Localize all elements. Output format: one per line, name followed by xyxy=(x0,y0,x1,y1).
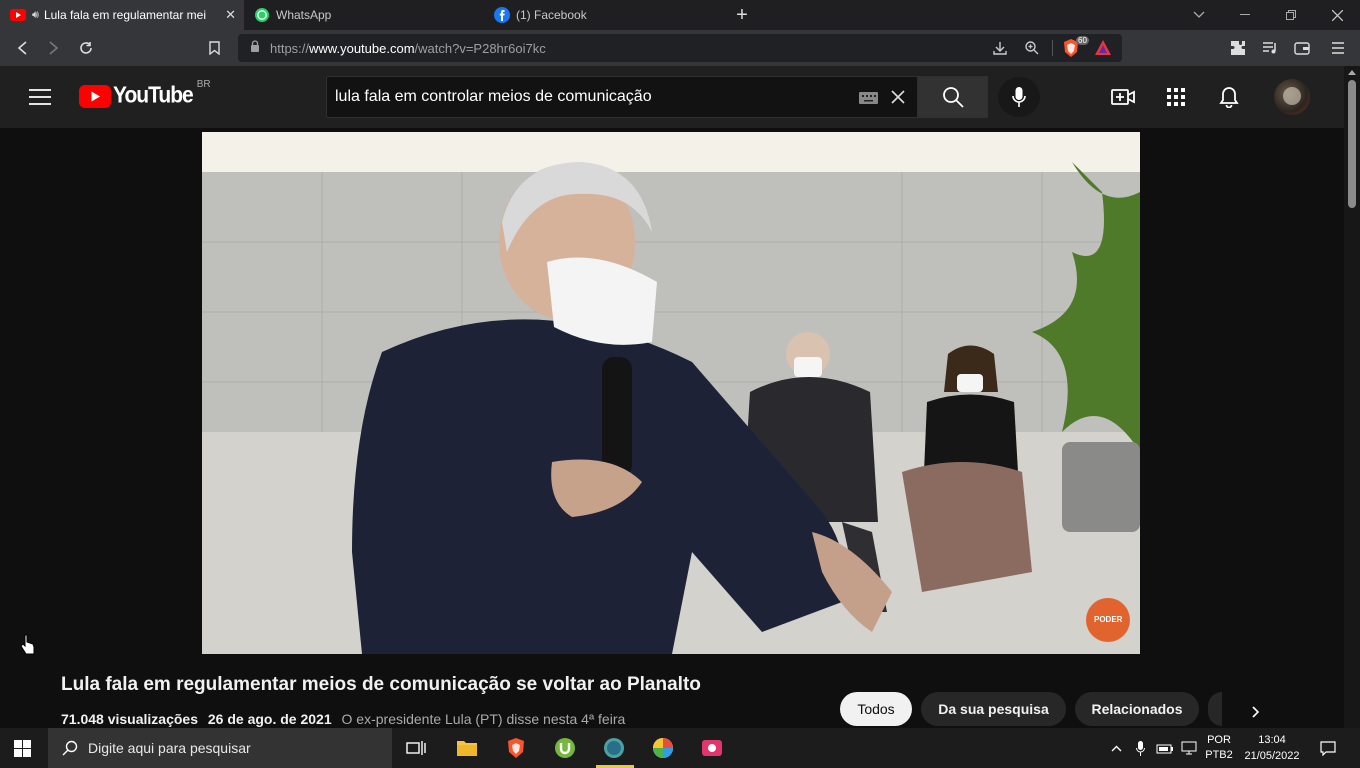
new-tab-button[interactable]: + xyxy=(728,0,756,30)
download-icon[interactable] xyxy=(992,40,1008,61)
tab-title: Lula fala em regulamentar mei xyxy=(43,8,207,22)
separator xyxy=(1052,40,1053,56)
facebook-favicon-icon xyxy=(494,7,510,23)
restore-icon[interactable] xyxy=(1268,0,1314,30)
clock-time: 13:04 xyxy=(1258,734,1286,746)
taskbar-search-icon xyxy=(62,740,78,756)
shield-count-badge: 60 xyxy=(1076,36,1089,45)
logo-text: YouTube xyxy=(113,82,194,109)
chips-next-chevron-icon[interactable] xyxy=(1244,700,1268,724)
video-meta: 71.048 visualizações 26 de ago. de 2021 … xyxy=(61,711,625,727)
description-snippet[interactable]: O ex-presidente Lula (PT) disse nesta 4ª… xyxy=(342,711,626,727)
url-text[interactable]: https://www.youtube.com/watch?v=P28hr6oi… xyxy=(270,41,546,56)
minimize-icon[interactable] xyxy=(1222,0,1268,30)
scrollbar-thumb[interactable] xyxy=(1348,80,1356,208)
hamburger-menu-icon[interactable] xyxy=(28,85,52,109)
youtube-play-icon xyxy=(79,84,111,108)
search-button[interactable] xyxy=(918,76,988,118)
video-frame xyxy=(202,132,1140,654)
tab-title: (1) Facebook xyxy=(516,8,587,22)
chip-da-sua-pesquisa[interactable]: Da sua pesquisa xyxy=(921,692,1066,726)
chip-todos[interactable]: Todos xyxy=(840,692,912,726)
clear-search-icon[interactable] xyxy=(891,90,905,109)
network-icon[interactable] xyxy=(1178,728,1200,768)
search-icon xyxy=(943,87,964,108)
notification-center-icon[interactable] xyxy=(1314,728,1342,768)
country-code: BR xyxy=(196,78,211,90)
extensions-icon[interactable] xyxy=(1226,36,1250,60)
input-language-indicator[interactable]: POR PTB2 xyxy=(1202,728,1236,768)
window-close-icon[interactable] xyxy=(1314,0,1360,30)
tab-search-chevron-icon[interactable] xyxy=(1176,0,1222,30)
video-title: Lula fala em regulamentar meios de comun… xyxy=(61,674,701,695)
create-video-icon[interactable] xyxy=(1111,85,1135,109)
tab-facebook[interactable]: (1) Facebook xyxy=(484,0,724,30)
language-code: POR xyxy=(1207,734,1231,746)
chip-relacionados[interactable]: Relacionados xyxy=(1075,692,1199,726)
youtube-header: YouTube BR lula fala em controlar meios … xyxy=(0,66,1344,128)
search-input[interactable]: lula fala em controlar meios de comunica… xyxy=(326,76,918,118)
youtube-page: YouTube BR lula fala em controlar meios … xyxy=(0,66,1344,728)
upload-date: 26 de ago. de 2021 xyxy=(207,711,332,727)
chip-partial[interactable] xyxy=(1208,692,1222,726)
page-scrollbar[interactable] xyxy=(1344,66,1360,728)
lock-icon xyxy=(250,39,260,57)
brave-rewards-icon[interactable] xyxy=(1094,39,1112,61)
taskbar-search-placeholder: Digite aqui para pesquisar xyxy=(88,740,251,756)
taskbar-search-input[interactable]: Digite aqui para pesquisar xyxy=(48,728,392,768)
microphone-tray-icon[interactable] xyxy=(1130,728,1150,768)
wallet-icon[interactable] xyxy=(1290,36,1314,60)
keyboard-layout: PTB2 xyxy=(1205,749,1233,761)
keyboard-icon[interactable] xyxy=(859,91,878,109)
address-bar[interactable]: https://www.youtube.com/watch?v=P28hr6oi… xyxy=(238,34,1122,62)
tray-overflow-chevron-icon[interactable] xyxy=(1106,728,1126,768)
forward-icon[interactable] xyxy=(42,36,66,60)
utorrent-icon[interactable] xyxy=(553,736,577,760)
battery-power-icon[interactable] xyxy=(1154,728,1176,768)
apps-grid-icon[interactable] xyxy=(1164,85,1188,109)
tab-whatsapp[interactable]: WhatsApp xyxy=(244,0,484,30)
clock[interactable]: 13:04 21/05/2022 xyxy=(1238,728,1306,768)
tab-youtube[interactable]: 🔊︎ Lula fala em regulamentar mei ✕ xyxy=(0,0,244,30)
microphone-icon xyxy=(1012,87,1026,107)
tab-close-icon[interactable]: ✕ xyxy=(225,7,236,23)
browser-menu-icon[interactable] xyxy=(1326,36,1350,60)
youtube-favicon-icon xyxy=(10,7,26,23)
mouse-cursor-icon xyxy=(20,634,36,661)
avatar[interactable] xyxy=(1274,79,1310,115)
media-app-icon[interactable] xyxy=(700,736,724,760)
notifications-bell-icon[interactable] xyxy=(1217,85,1241,109)
channel-watermark[interactable]: PODER xyxy=(1094,615,1122,624)
windows-start-icon[interactable] xyxy=(14,740,31,762)
file-explorer-icon[interactable] xyxy=(455,736,479,760)
photos-app-icon[interactable] xyxy=(651,736,675,760)
task-view-icon[interactable] xyxy=(404,736,428,760)
speaker-icon[interactable]: 🔊︎ xyxy=(32,9,39,22)
search-query-text: lula fala em controlar meios de comunica… xyxy=(335,88,652,105)
clock-date: 21/05/2022 xyxy=(1244,750,1300,762)
view-count: 71.048 visualizações xyxy=(61,711,198,727)
video-player[interactable]: PODER xyxy=(202,132,1140,654)
browser-tab-strip: 🔊︎ Lula fala em regulamentar mei ✕ Whats… xyxy=(0,0,1360,30)
tab-title: WhatsApp xyxy=(276,8,332,22)
zoom-icon[interactable] xyxy=(1024,40,1040,61)
windows-taskbar: Digite aqui para pesquisar POR PTB2 13:0… xyxy=(0,728,1360,768)
whatsapp-favicon-icon xyxy=(254,7,270,23)
brave-browser-icon[interactable] xyxy=(504,736,528,760)
scrollbar-up-icon[interactable] xyxy=(1348,70,1356,75)
back-icon[interactable] xyxy=(10,36,34,60)
bookmark-icon[interactable] xyxy=(202,36,226,60)
youtube-logo[interactable]: YouTube BR xyxy=(79,79,211,109)
voice-search-button[interactable] xyxy=(998,77,1040,117)
reload-icon[interactable] xyxy=(74,36,98,60)
playlist-icon[interactable] xyxy=(1258,36,1282,60)
kaspersky-icon[interactable] xyxy=(602,736,626,760)
browser-toolbar: https://www.youtube.com/watch?v=P28hr6oi… xyxy=(0,30,1360,66)
